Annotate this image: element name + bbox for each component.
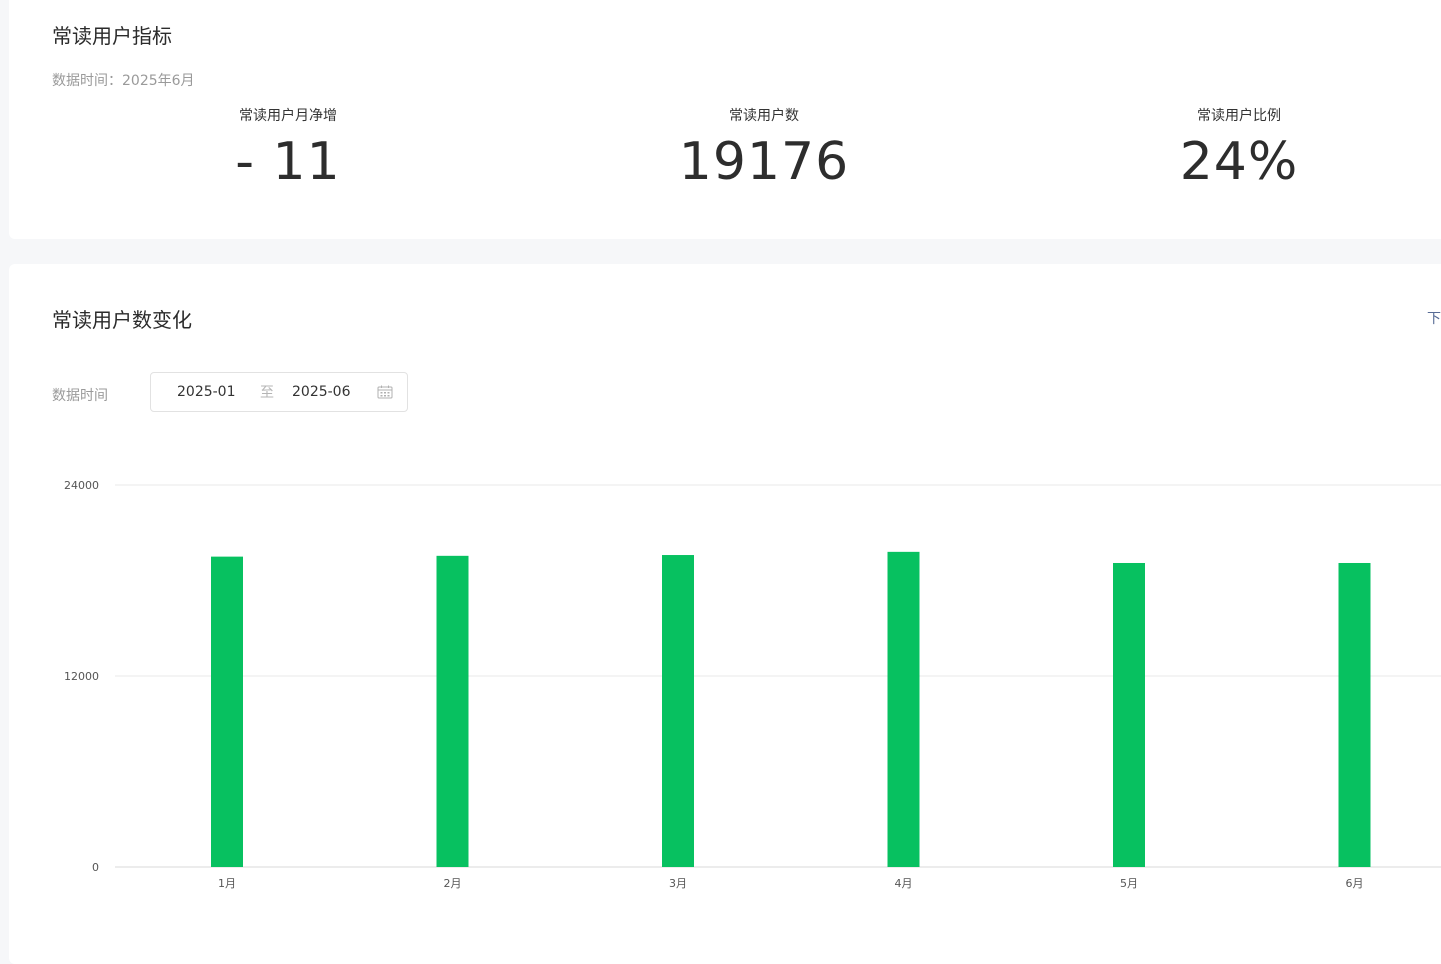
bar[interactable]	[1113, 562, 1145, 867]
metric-user-ratio: 常读用户比例 24%	[1089, 106, 1389, 192]
metrics-card: 常读用户指标 数据时间：2025年6月 常读用户月净增 - 11 常读用户数 1…	[9, 0, 1441, 239]
trend-card: 常读用户数变化 下载 数据时间 2025-01 至 2025-06 012000…	[9, 264, 1441, 964]
bar[interactable]	[436, 555, 469, 867]
y-tick-label: 12000	[64, 670, 99, 683]
bar[interactable]	[1338, 562, 1371, 867]
bar[interactable]	[887, 551, 920, 867]
y-tick-label: 24000	[64, 479, 99, 492]
x-tick-label: 4月	[895, 877, 913, 890]
x-tick-label: 2月	[444, 877, 462, 890]
metric-label: 常读用户比例	[1197, 108, 1281, 124]
x-tick-label: 5月	[1120, 877, 1138, 890]
user-count-bar-chart: 0 12000 24000 1月 2月 3月 4月 5月 6月	[64, 479, 1441, 890]
metric-user-count: 常读用户数 19176	[614, 106, 914, 192]
x-tick-label: 3月	[669, 877, 687, 890]
bar[interactable]	[211, 556, 243, 867]
bar[interactable]	[662, 555, 694, 867]
x-tick-label: 6月	[1346, 877, 1364, 890]
metrics-title: 常读用户指标	[52, 24, 172, 48]
metric-value: 24%	[1179, 132, 1299, 192]
metric-value: - 11	[235, 132, 341, 192]
metrics-data-time: 数据时间：2025年6月	[52, 73, 195, 89]
y-tick-label: 0	[92, 861, 99, 874]
metric-net-growth: 常读用户月净增 - 11	[138, 106, 438, 192]
metric-value: 19176	[678, 132, 850, 192]
metric-label: 常读用户月净增	[239, 108, 337, 124]
metric-label: 常读用户数	[729, 108, 799, 124]
x-tick-label: 1月	[218, 877, 236, 890]
